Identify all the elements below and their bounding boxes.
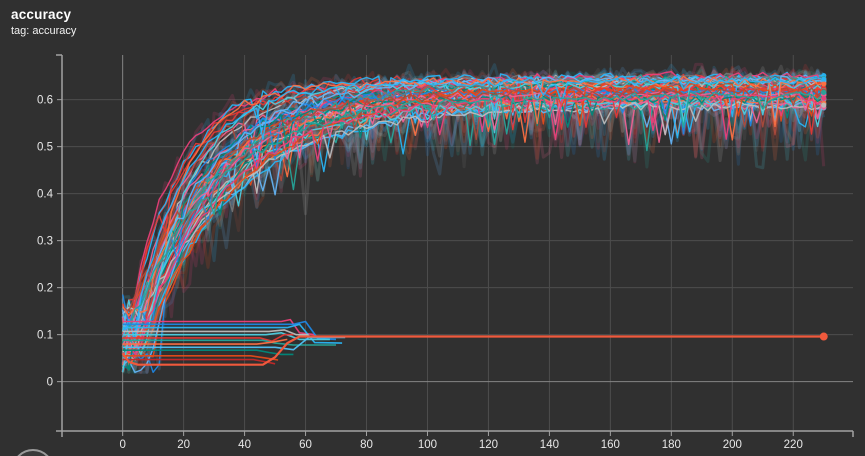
x-tick-label: 140 — [540, 439, 559, 451]
x-tick-label: 200 — [723, 439, 742, 451]
y-tick-label: 0.2 — [37, 283, 53, 295]
run-end-dot — [821, 81, 826, 86]
x-tick-label: 60 — [299, 439, 312, 451]
run-end-dot — [821, 77, 826, 82]
flat-runs-layer — [123, 320, 824, 365]
accuracy-line-chart[interactable]: 0 20 40 60 80 100 120 140 160 180 200 220 0 0.1 0.2 0.3… — [0, 0, 865, 456]
run-end-dot — [821, 103, 826, 108]
run-end-dot — [821, 90, 826, 95]
y-tick-label: 0.4 — [37, 189, 54, 201]
long-run-end-dot — [820, 333, 828, 341]
x-tick-label: 80 — [360, 439, 373, 451]
x-tick-label: 20 — [177, 439, 190, 451]
y-tick-label: 0.3 — [37, 236, 53, 248]
x-tick-label: 120 — [479, 439, 498, 451]
x-tick-label: 220 — [784, 439, 803, 451]
y-tick-label: 0.6 — [37, 95, 53, 107]
run-end-dot — [821, 96, 826, 101]
chart-title: accuracy — [11, 7, 76, 23]
y-tick-label: 0 — [47, 377, 53, 389]
x-tick-label: 160 — [601, 439, 620, 451]
x-tick-label: 180 — [662, 439, 681, 451]
x-tick-label: 100 — [418, 439, 437, 451]
y-tick-label: 0.1 — [37, 330, 53, 342]
scalar-chart-card: accuracy tag: accuracy 0 20 40 60 80 100 120 14… — [0, 0, 865, 456]
x-tick-label: 0 — [119, 439, 125, 451]
x-tick-label: 40 — [238, 439, 251, 451]
chart-tag-subtitle: tag: accuracy — [11, 24, 76, 38]
y-tick-label: 0.5 — [37, 142, 53, 154]
chart-header: accuracy tag: accuracy — [11, 7, 76, 38]
